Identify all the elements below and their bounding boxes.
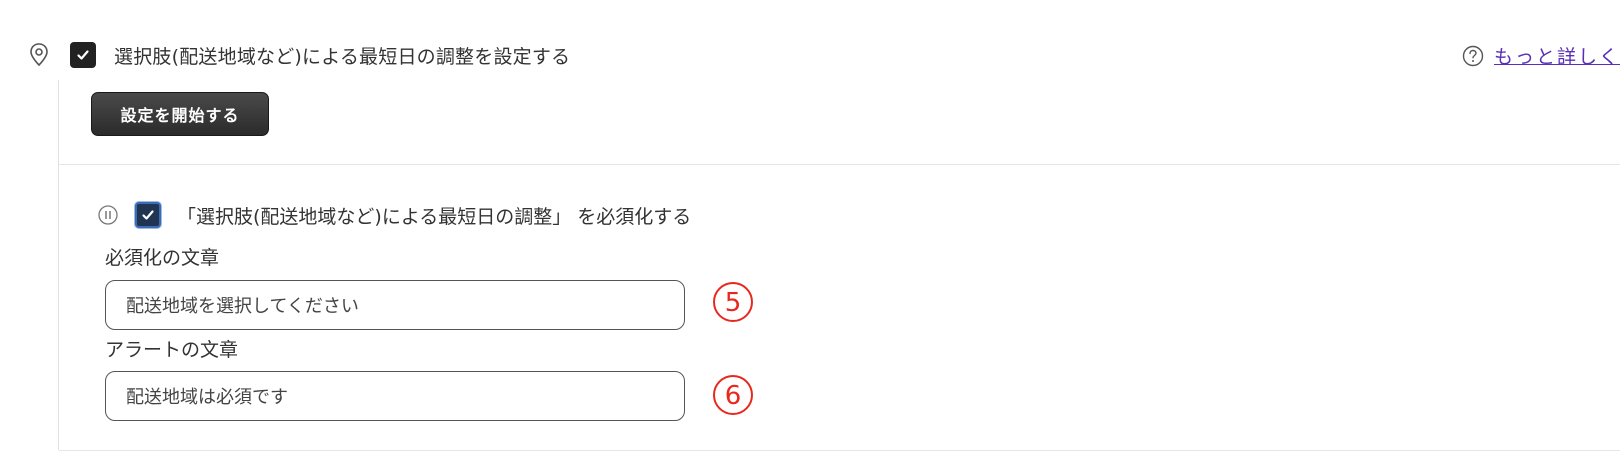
adjustment-settings-section: 設定を開始する 「選択肢(配送地域など)による最短日の調整」 を必須化する 必須… [58,80,1620,451]
annotation-marker-6: 6 [713,375,753,415]
check-icon [142,210,154,220]
svg-text:5: 5 [725,288,742,318]
help-link-group[interactable]: もっと詳しく [1462,42,1620,69]
main-option-checkbox[interactable] [70,42,96,68]
alert-text-label: アラートの文章 [105,339,239,361]
map-pin-icon [30,43,48,67]
question-circle-icon [1462,45,1484,66]
required-option-row: 「選択肢(配送地域など)による最短日の調整」 を必須化する [97,200,691,230]
annotation-marker-5: 5 [713,282,753,322]
more-details-link[interactable]: もっと詳しく [1494,42,1620,69]
required-text-input[interactable] [105,280,685,330]
section-bottom-border [59,450,1620,451]
svg-text:6: 6 [725,381,742,411]
main-option-label: 選択肢(配送地域など)による最短日の調整を設定する [114,45,571,68]
alert-text-input[interactable] [105,371,685,421]
main-option-row: 選択肢(配送地域など)による最短日の調整を設定する [28,40,570,70]
section-divider [59,164,1620,165]
required-option-checkbox[interactable] [135,202,161,228]
required-option-label: 「選択肢(配送地域など)による最短日の調整」 を必須化する [177,205,692,228]
required-text-label: 必須化の文章 [105,247,220,269]
start-setup-button[interactable]: 設定を開始する [91,92,269,136]
check-icon [77,50,89,60]
pause-circle-icon [98,205,118,225]
